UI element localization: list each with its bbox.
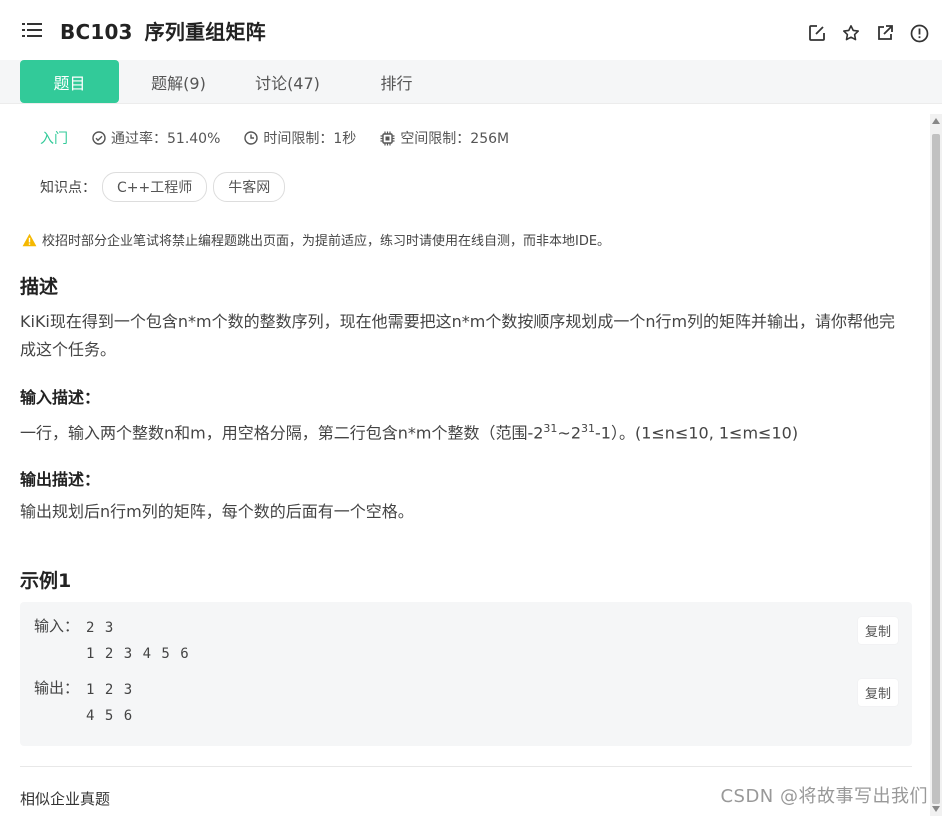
problem-tabs: 题目 题解(9) 讨论(47) 排行 [0,60,942,104]
scrollbar-thumb[interactable] [932,134,940,804]
problem-id: BC103 [60,19,133,44]
exponent: 31 [543,422,558,435]
difficulty-level: 入门 [40,131,68,147]
warning-text: 校招时部分企业笔试将禁止编程题跳出页面，为提前适应，练习时请使用在线自测，而非本… [42,234,611,249]
space-limit-text: 空间限制：256M [400,131,510,147]
star-icon[interactable] [840,22,862,44]
clock-icon [244,131,259,145]
edit-icon[interactable] [806,22,828,44]
tab-problem[interactable]: 题目 [20,60,119,103]
warning-icon [22,233,37,246]
tab-ranking[interactable]: 排行 [347,60,446,103]
description-text: KiKi现在得到一个包含n*m个数的整数序列，现在他需要把这n*m个数按顺序规划… [20,312,896,359]
space-limit: 空间限制：256M [380,128,509,148]
problem-name: 序列重组矩阵 [144,19,266,44]
report-icon[interactable] [908,22,930,44]
warning-notice: 校招时部分企业笔试将禁止编程题跳出页面，为提前适应，练习时请使用在线自测，而非本… [22,230,610,249]
scroll-up-arrow-icon[interactable] [932,118,940,124]
output-desc-title: 输出描述： [20,470,101,489]
time-limit-text: 时间限制：1秒 [263,131,357,147]
problem-meta: 入门 通过率：51.40% 时间限制：1秒 空间限制：256M [40,128,533,148]
example-title: 示例1 [20,570,72,592]
problem-content: 入门 通过率：51.40% 时间限制：1秒 空间限制：256M 知识点： C++… [0,104,930,816]
output-desc-text: 输出规划后n行m列的矩阵，每个数的后面有一个空格。 [20,502,414,521]
similar-problems-title: 相似企业真题 [20,790,111,808]
check-circle-icon [92,131,106,145]
copy-input-button[interactable]: 复制 [857,617,898,644]
description-title: 描述 [20,276,59,298]
tag-chip[interactable]: 牛客网 [213,172,286,202]
input-desc-text-part: 一行，输入两个整数n和m，用空格分隔，第二行包含n*m个整数（范围-2 [20,423,544,443]
page-title: BC103 序列重组矩阵 [60,16,266,45]
knowledge-points: 知识点： C++工程师 牛客网 [40,172,286,202]
watermark: CSDN @将故事写出我们 [720,786,928,807]
tab-discussion[interactable]: 讨论(47) [238,60,337,103]
exponent: 31 [581,422,596,435]
tab-solutions[interactable]: 题解(9) [129,60,228,103]
input-desc-text: 一行，输入两个整数n和m，用空格分隔，第二行包含n*m个整数（范围-231~23… [20,415,910,447]
external-link-icon[interactable] [874,22,896,44]
example-input-label: 输入： [34,617,80,635]
input-desc-title: 输入描述： [20,388,101,407]
input-desc-text-part: -1）。(1≤n≤10, 1≤m≤10) [595,423,799,443]
copy-output-button[interactable]: 复制 [857,679,898,706]
knowledge-label: 知识点： [40,180,96,196]
pass-rate: 通过率：51.40% [92,128,220,148]
example-input-value: 2 3 1 2 3 4 5 6 [86,620,190,662]
example-output-label: 输出： [34,679,80,697]
example-input: 输入： 2 3 1 2 3 4 5 6 [34,615,190,667]
scrollbar[interactable] [930,114,942,816]
divider [20,766,912,767]
list-menu-icon[interactable] [22,19,44,41]
example-output-value: 1 2 3 4 5 6 [86,682,134,724]
time-limit: 时间限制：1秒 [244,128,356,148]
scroll-down-arrow-icon[interactable] [932,806,940,812]
chip-icon [380,131,395,145]
problem-header: BC103 序列重组矩阵 [0,0,942,60]
example-box: 输入： 2 3 1 2 3 4 5 6 复制 输出： 1 2 3 4 5 6 复… [20,602,912,746]
input-desc-text-part: ~2 [557,423,582,443]
pass-rate-text: 通过率：51.40% [111,131,221,147]
tag-chip[interactable]: C++工程师 [102,172,208,202]
example-output: 输出： 1 2 3 4 5 6 [34,677,133,729]
header-actions [806,22,930,44]
